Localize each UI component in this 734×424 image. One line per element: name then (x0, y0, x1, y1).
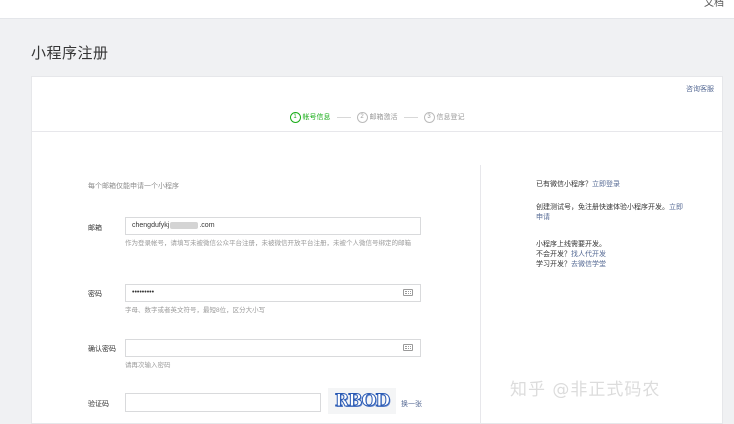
password-help-text: 字母、数字或者英文符号，最短8位，区分大小写 (125, 307, 266, 314)
consult-service-link[interactable]: 咨询客服 (686, 84, 714, 94)
zhihu-watermark: 知乎 @非正式码农 (510, 380, 661, 400)
step-label: 邮箱激活 (369, 114, 398, 121)
keyboard-icon (403, 289, 413, 296)
step-indicator: 1 帐号信息 2 邮箱激活 3 信息登记 (32, 110, 722, 124)
step-connector (336, 116, 351, 118)
docs-link[interactable]: 文档 (704, 0, 724, 9)
email-value-prefix: chengdufykj (132, 222, 170, 229)
email-field[interactable]: chengdufykj .com (125, 217, 421, 235)
captcha-image[interactable]: RBOD (328, 388, 396, 414)
password-field[interactable]: ••••••••• (125, 284, 421, 302)
learn-dev-line: 学习开发？去微信学堂 (536, 260, 686, 270)
side-test-account: 创建测试号，免注册快速体验小程序开发。立即申请 (536, 203, 686, 223)
change-captcha-link[interactable]: 换一张 (401, 399, 422, 409)
login-link[interactable]: 立即登录 (592, 181, 620, 188)
step-label: 信息登记 (436, 114, 465, 121)
registration-card: 咨询客服 1 帐号信息 2 邮箱激活 3 信息登记 每个邮箱仅能申请一个小程序 … (31, 76, 723, 424)
redacted-blur (170, 221, 199, 229)
step-number-circle: 3 (423, 111, 435, 123)
captcha-input[interactable] (125, 393, 321, 412)
step-info-register: 3 信息登记 (423, 111, 465, 123)
step-email-activation: 2 邮箱激活 (356, 111, 398, 123)
form-intro-hint: 每个邮箱仅能申请一个小程序 (88, 183, 179, 190)
top-bar: ' 文档 (0, 0, 734, 19)
password-value: ••••••••• (132, 289, 155, 296)
side-login-prompt: 已有微信小程序？立即登录 (536, 180, 686, 190)
email-value-suffix: .com (199, 222, 215, 229)
keyboard-icon (403, 344, 413, 351)
confirm-password-help-text: 请再次输入密码 (125, 362, 171, 369)
password-label: 密码 (88, 291, 102, 298)
column-divider (480, 165, 481, 423)
confirm-password-label: 确认密码 (88, 346, 116, 353)
step-connector (403, 116, 418, 118)
has-account-text: 已有微信小程序？ (536, 181, 592, 188)
step-account-info: 1 帐号信息 (289, 111, 331, 123)
learn-dev-text: 学习开发？ (536, 261, 571, 268)
page-title: 小程序注册 (31, 45, 109, 62)
email-help-text: 作为登录帐号，请填写未被微信公众平台注册，未被微信开放平台注册，未被个人微信号绑… (125, 240, 411, 247)
step-number-circle: 2 (356, 111, 368, 123)
dev-required-text: 小程序上线需要开发。 (536, 241, 606, 248)
email-label: 邮箱 (88, 225, 102, 232)
find-developer-link[interactable]: 找人代开发 (571, 251, 606, 258)
no-dev-text: 不会开发？ (536, 251, 571, 258)
top-left-mark: ' (0, 0, 2, 5)
captcha-label: 验证码 (88, 401, 109, 408)
captcha-image-text: RBOD (334, 391, 390, 412)
find-dev-line: 不会开发？找人代开发 (536, 250, 686, 260)
confirm-password-field[interactable] (125, 339, 421, 357)
side-dev-info: 小程序上线需要开发。 不会开发？找人代开发 学习开发？去微信学堂 (536, 240, 686, 270)
step-divider (32, 131, 722, 132)
test-account-text: 创建测试号，免注册快速体验小程序开发。 (536, 204, 669, 211)
step-number-circle: 1 (289, 111, 301, 123)
wechat-school-link[interactable]: 去微信学堂 (571, 261, 606, 268)
step-label: 帐号信息 (302, 114, 331, 121)
